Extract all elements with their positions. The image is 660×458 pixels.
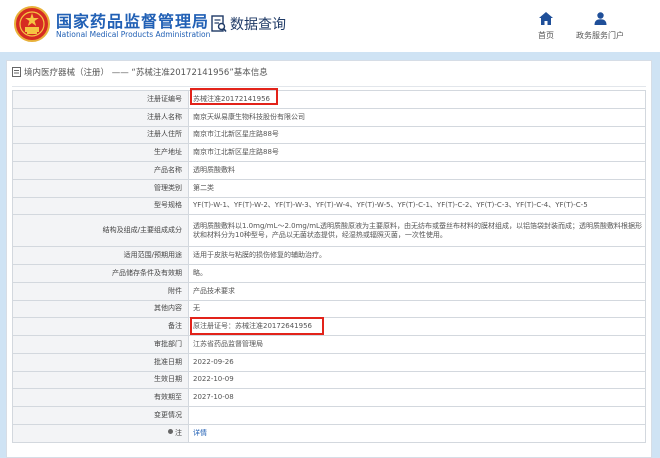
section-title: 数据查询 bbox=[230, 17, 286, 33]
row-value: 略。 bbox=[188, 264, 646, 283]
row-value bbox=[188, 406, 646, 425]
row-value: 南京天纵易康生物科技股份有限公司 bbox=[188, 107, 646, 127]
row-value: 详情 bbox=[188, 423, 646, 443]
table-row: 产品储存条件及有效期 略。 bbox=[12, 264, 646, 283]
breadcrumb-record: “苏械注准20172141956”基本信息 bbox=[131, 68, 268, 78]
national-emblem-icon bbox=[14, 6, 50, 42]
row-value: 透明质酸敷料 bbox=[188, 161, 646, 180]
row-label: 产品储存条件及有效期 bbox=[12, 264, 189, 283]
breadcrumb-divider bbox=[12, 86, 646, 87]
row-label: 其他内容 bbox=[12, 299, 189, 319]
table-row: 注册人名称 南京天纵易康生物科技股份有限公司 bbox=[12, 107, 646, 127]
row-value: 2027-10-08 bbox=[188, 388, 646, 407]
row-label: 注册人名称 bbox=[12, 107, 189, 127]
row-value: 产品技术要求 bbox=[188, 281, 646, 301]
row-value: YF(T)-W-1、YF(T)-W-2、YF(T)-W-3、YF(T)-W-4、… bbox=[188, 196, 646, 216]
row-label: 生产地址 bbox=[12, 143, 189, 162]
row-label: 备注 bbox=[12, 317, 189, 336]
table-row: 备注 原注册证号：苏械注准20172641956 bbox=[12, 317, 646, 336]
table-row: 审批部门 江苏省药品监督管理局 bbox=[12, 335, 646, 354]
row-label: 注册证编号 bbox=[12, 90, 189, 109]
row-label-text: 注 bbox=[175, 428, 182, 437]
row-value: 南京市江北新区星庄路88号 bbox=[188, 143, 646, 162]
row-label: 结构及组成/主要组成成分 bbox=[12, 214, 189, 248]
nav-home-button[interactable]: 首页 bbox=[516, 12, 576, 41]
row-value: 江苏省药品监督管理局 bbox=[188, 335, 646, 354]
nav-portal-label: 政务服务门户 bbox=[576, 31, 624, 40]
row-label: 审批部门 bbox=[12, 335, 189, 354]
document-icon bbox=[12, 67, 21, 77]
row-value: 适用于皮肤与粘膜的损伤修复的辅助治疗。 bbox=[188, 246, 646, 265]
table-row: 型号规格 YF(T)-W-1、YF(T)-W-2、YF(T)-W-3、YF(T)-… bbox=[12, 196, 646, 216]
user-icon bbox=[594, 12, 606, 25]
org-name-cn: 国家药品监督管理局 bbox=[56, 12, 210, 31]
row-value: 无 bbox=[188, 299, 646, 319]
breadcrumb-category-link[interactable]: 境内医疗器械（注册） bbox=[24, 68, 109, 78]
nav-home-label: 首页 bbox=[538, 31, 554, 40]
table-row: 适用范围/预期用途 适用于皮肤与粘膜的损伤修复的辅助治疗。 bbox=[12, 246, 646, 265]
row-value: 2022-09-26 bbox=[188, 352, 646, 372]
table-row: 批准日期 2022-09-26 bbox=[12, 352, 646, 372]
row-label: 注册人住所 bbox=[12, 125, 189, 145]
row-label: 附件 bbox=[12, 281, 189, 301]
row-label: 产品名称 bbox=[12, 161, 189, 180]
row-value: 南京市江北新区星庄路88号 bbox=[188, 125, 646, 145]
table-row: 注册证编号 苏械注准20172141956 bbox=[12, 90, 646, 109]
row-value: 原注册证号：苏械注准20172641956 bbox=[188, 317, 646, 336]
data-query-icon bbox=[211, 15, 227, 33]
org-name-en: National Medical Products Administration bbox=[56, 30, 211, 39]
table-row: 附件 产品技术要求 bbox=[12, 281, 646, 301]
row-label: 生效日期 bbox=[12, 370, 189, 390]
breadcrumb-separator: —— bbox=[111, 68, 129, 78]
row-label: 批准日期 bbox=[12, 352, 189, 372]
table-row: 产品名称 透明质酸敷料 bbox=[12, 161, 646, 180]
table-row: 结构及组成/主要组成成分 透明质酸敷料以1.0mg/mL～2.0mg/mL透明质酸… bbox=[12, 214, 646, 248]
row-label: 注 bbox=[12, 423, 189, 443]
row-label: 型号规格 bbox=[12, 196, 189, 216]
site-header: 国家药品监督管理局 National Medical Products Admi… bbox=[0, 0, 660, 52]
table-row: 注册人住所 南京市江北新区星庄路88号 bbox=[12, 125, 646, 145]
row-label: 变更情况 bbox=[12, 406, 189, 425]
table-row: 有效期至 2027-10-08 bbox=[12, 388, 646, 407]
breadcrumb: 境内医疗器械（注册） —— “苏械注准20172141956”基本信息 bbox=[12, 66, 646, 86]
home-icon bbox=[539, 12, 553, 25]
row-label: 有效期至 bbox=[12, 388, 189, 407]
table-row: 生效日期 2022-10-09 bbox=[12, 370, 646, 390]
details-link[interactable]: 详情 bbox=[193, 429, 207, 437]
row-label: 管理类别 bbox=[12, 178, 189, 198]
row-value: 第二类 bbox=[188, 178, 646, 198]
row-value: 苏械注准20172141956 bbox=[188, 90, 646, 109]
row-label: 适用范围/预期用途 bbox=[12, 246, 189, 265]
detail-table: 注册证编号 苏械注准20172141956 注册人名称 南京天纵易康生物科技股份有限… bbox=[12, 90, 646, 443]
table-row: 注 详情 bbox=[12, 423, 646, 443]
table-row: 生产地址 南京市江北新区星庄路88号 bbox=[12, 143, 646, 162]
table-row: 管理类别 第二类 bbox=[12, 178, 646, 198]
nav-portal-button[interactable]: 政务服务门户 bbox=[570, 12, 630, 41]
table-row: 其他内容无 bbox=[12, 299, 646, 319]
table-row: 变更情况 bbox=[12, 406, 646, 425]
row-value: 透明质酸敷料以1.0mg/mL～2.0mg/mL透明质酸原液为主要原料，由无纺布… bbox=[188, 214, 646, 248]
row-value: 2022-10-09 bbox=[188, 370, 646, 390]
pin-icon bbox=[168, 428, 173, 434]
